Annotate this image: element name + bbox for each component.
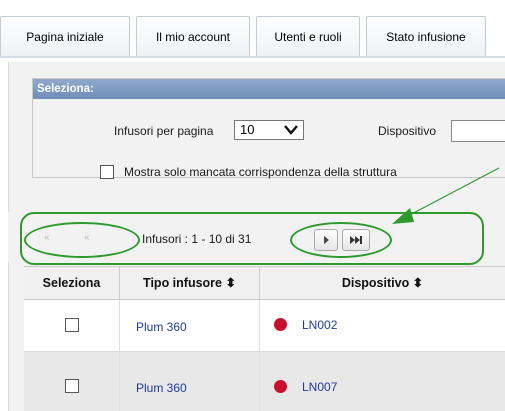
- device-cell: LN007: [260, 352, 505, 411]
- device-link[interactable]: LN002: [302, 318, 337, 332]
- device-link[interactable]: LN007: [302, 380, 337, 394]
- first-page-icon[interactable]: «: [44, 232, 50, 243]
- mismatch-checkbox[interactable]: [100, 165, 114, 179]
- status-dot-icon: [274, 318, 287, 332]
- chevron-down-icon: [284, 125, 298, 135]
- tab-home[interactable]: Pagina iniziale: [0, 16, 130, 56]
- pump-type-link[interactable]: Plum 360: [136, 381, 187, 395]
- select-cell: [24, 300, 120, 351]
- status-indicator: [274, 379, 297, 394]
- per-page-select[interactable]: 10: [234, 120, 304, 140]
- tab-infusion-status-label: Stato infusione: [386, 30, 466, 44]
- skip-end-icon: [350, 236, 362, 244]
- pager-summary: Infusori : 1 - 10 di 31: [142, 232, 252, 246]
- prev-page-icon[interactable]: «: [84, 232, 90, 243]
- next-page-button[interactable]: [314, 229, 338, 251]
- tab-underline: [0, 56, 505, 58]
- per-page-label: Infusori per pagina: [114, 124, 214, 138]
- table-header: Seleziona Tipo infusore ⬍ Dispositivo ⬍: [24, 266, 505, 300]
- tab-users-roles[interactable]: Utenti e ruoli: [256, 16, 360, 56]
- tab-my-account[interactable]: Il mio account: [136, 16, 250, 56]
- tab-users-roles-label: Utenti e ruoli: [274, 30, 342, 44]
- pump-type-cell: Plum 360: [120, 300, 260, 351]
- tab-my-account-label: Il mio account: [155, 30, 231, 44]
- row-checkbox[interactable]: [65, 379, 79, 393]
- next-buttons-highlight: [290, 222, 392, 258]
- table-row[interactable]: Plum 360 LN007: [24, 352, 505, 411]
- device-label: Dispositivo: [378, 124, 437, 138]
- prev-buttons-highlight: [24, 222, 140, 258]
- col-device-header[interactable]: Dispositivo ⬍: [260, 267, 505, 299]
- pump-type-cell: Plum 360: [120, 352, 260, 411]
- last-page-button[interactable]: [342, 229, 370, 251]
- pump-type-link[interactable]: Plum 360: [136, 320, 187, 334]
- mismatch-label: Mostra solo mancata corrispondenza della…: [124, 165, 397, 179]
- table-row[interactable]: Plum 360 LN002: [24, 300, 505, 352]
- select-cell: [24, 352, 120, 411]
- row-checkbox[interactable]: [65, 318, 79, 332]
- tab-bar: Pagina iniziale Il mio account Utenti e …: [0, 0, 505, 62]
- device-input[interactable]: [451, 120, 505, 142]
- col-pump-type-header[interactable]: Tipo infusore ⬍: [120, 267, 260, 299]
- device-cell: LN002: [260, 300, 505, 351]
- filter-panel-header: Seleziona:: [33, 79, 505, 99]
- play-icon: [324, 236, 329, 244]
- col-select-header: Seleziona: [24, 267, 120, 299]
- tab-home-label: Pagina iniziale: [26, 30, 104, 44]
- tab-infusion-status[interactable]: Stato infusione: [366, 16, 486, 56]
- per-page-value: 10: [240, 122, 255, 137]
- status-dot-icon: [274, 380, 287, 394]
- status-indicator: [274, 317, 297, 332]
